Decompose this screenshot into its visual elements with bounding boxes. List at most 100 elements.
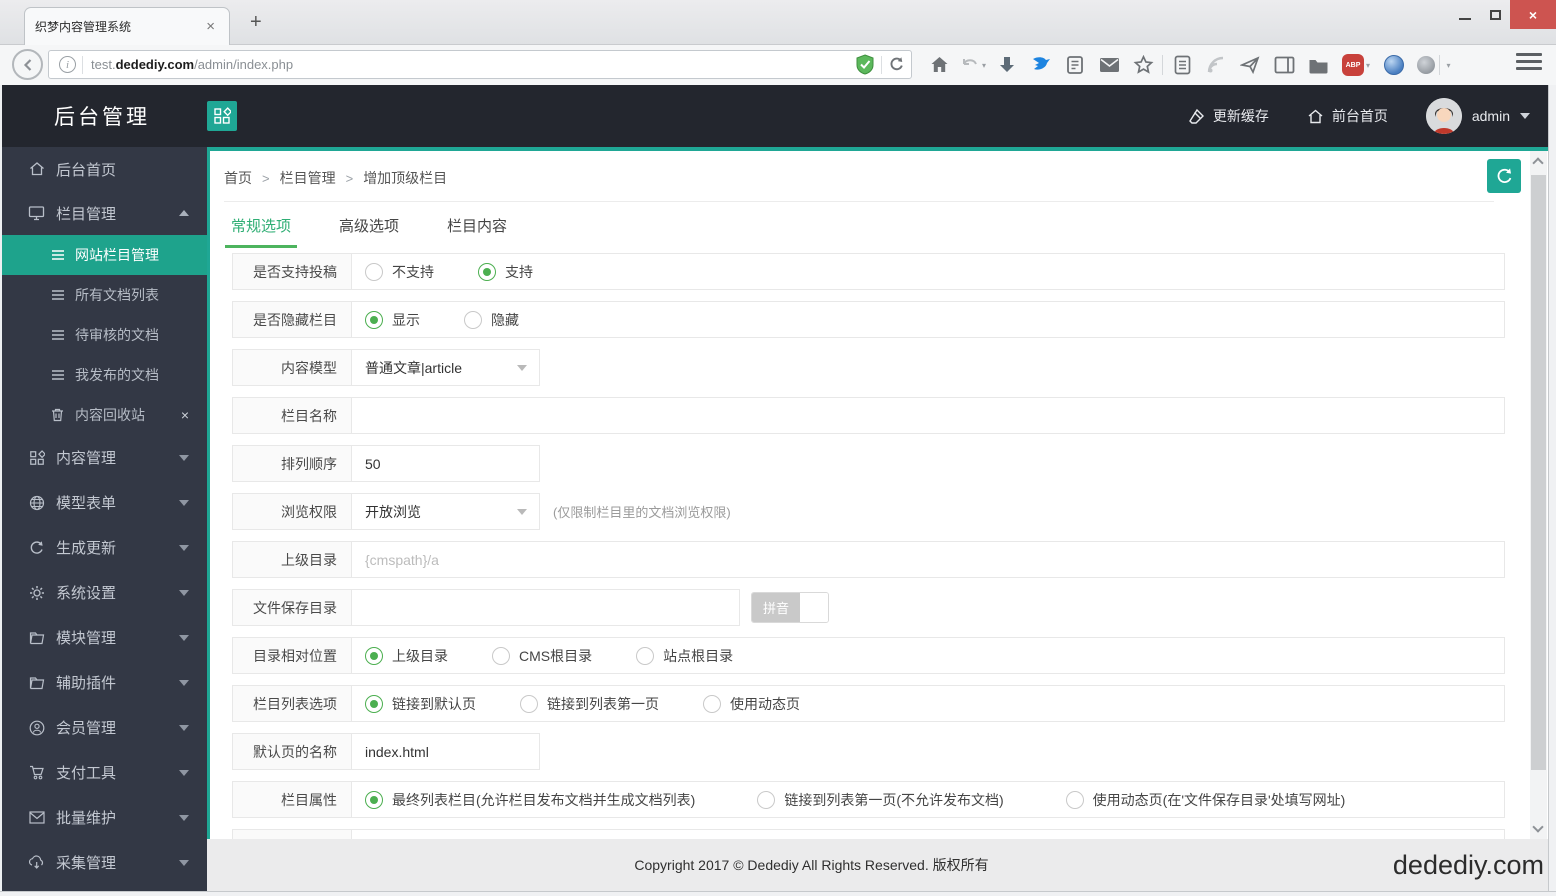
app-title: 后台管理 xyxy=(54,85,150,147)
gear-icon xyxy=(28,584,45,601)
sidebar-item-generate-update[interactable]: 生成更新 xyxy=(0,525,207,570)
scrollbar-thumb[interactable] xyxy=(1531,175,1546,770)
save-dir-input[interactable] xyxy=(365,600,739,616)
sort-order-input[interactable] xyxy=(365,456,539,472)
window-minimize-button[interactable] xyxy=(1450,0,1480,29)
dashboard-grid-button[interactable] xyxy=(207,101,237,131)
chevron-down-icon xyxy=(179,680,189,686)
sidebar-item-system-settings[interactable]: 系统设置 xyxy=(0,570,207,615)
refresh-page-button[interactable] xyxy=(1487,159,1521,193)
browser-tab[interactable]: 织梦内容管理系统 × xyxy=(24,7,230,45)
chevron-down-icon xyxy=(179,725,189,731)
undo-dropdown-icon[interactable]: ▾ xyxy=(982,61,986,70)
scroll-up-icon[interactable] xyxy=(1532,157,1543,168)
plugin-dropdown-icon[interactable]: ▾ xyxy=(1446,61,1450,70)
radio-site-root[interactable]: 站点根目录 xyxy=(636,646,733,666)
bird-addon-icon[interactable] xyxy=(1024,45,1058,85)
column-name-input[interactable] xyxy=(365,408,1504,424)
tab-close-icon[interactable]: × xyxy=(202,17,219,36)
copyright-text: Copyright 2017 © Dedediy All Rights Rese… xyxy=(207,839,1416,891)
radio-show[interactable]: 显示 xyxy=(365,310,420,330)
radio-icon xyxy=(1066,791,1084,809)
sidebar-item-content-manage[interactable]: 内容管理 xyxy=(0,435,207,480)
mail-icon[interactable] xyxy=(1092,45,1126,85)
front-home-button[interactable]: 前台首页 xyxy=(1307,106,1388,126)
globe-addon-icon[interactable] xyxy=(1377,45,1411,85)
content-model-select[interactable]: 普通文章|article xyxy=(352,350,539,385)
folder-library-icon[interactable] xyxy=(1301,45,1335,85)
tab-general-options[interactable]: 常规选项 xyxy=(225,209,297,248)
window-close-button[interactable]: × xyxy=(1510,0,1556,29)
form-row-support-contribute: 是否支持投稿 不支持 支持 xyxy=(232,253,1505,290)
toggle-knob xyxy=(800,593,828,622)
window-maximize-button[interactable] xyxy=(1480,0,1510,29)
radio-attr-dynamic-page[interactable]: 使用动态页(在'文件保存目录'处填写网址) xyxy=(1066,790,1346,810)
chevron-up-icon xyxy=(179,210,189,216)
undo-icon[interactable]: ▾ xyxy=(956,45,990,85)
sidebar-item-collect-manage[interactable]: 采集管理 xyxy=(0,840,207,885)
send-page-icon[interactable] xyxy=(1233,45,1267,85)
download-icon[interactable] xyxy=(990,45,1024,85)
sidebar-subitem-site-columns[interactable]: 网站栏目管理 xyxy=(0,235,207,275)
home-icon[interactable] xyxy=(922,45,956,85)
rss-icon[interactable] xyxy=(1199,45,1233,85)
new-tab-button[interactable]: + xyxy=(242,11,270,34)
pinyin-toggle[interactable]: 拼音 xyxy=(751,592,829,623)
sidebar-item-aux-plugins[interactable]: 辅助插件 xyxy=(0,660,207,705)
security-shield-icon[interactable] xyxy=(855,54,875,76)
back-button[interactable] xyxy=(12,49,43,80)
radio-not-support[interactable]: 不支持 xyxy=(365,262,434,282)
sidebar-item-payment-tools[interactable]: 支付工具 xyxy=(0,750,207,795)
home-icon xyxy=(28,161,45,178)
tab-column-content[interactable]: 栏目内容 xyxy=(441,209,513,248)
scroll-down-icon[interactable] xyxy=(1532,821,1543,832)
form-row-view-permission: 浏览权限 开放浏览 (仅限制栏目里的文档浏览权限) xyxy=(232,493,540,530)
sidebar-subitem-my-documents[interactable]: 我发布的文档 xyxy=(0,355,207,395)
radio-attr-link-first-page[interactable]: 链接到列表第一页(不允许发布文档) xyxy=(757,790,1003,810)
adblock-dropdown-icon[interactable]: ▾ xyxy=(1366,61,1370,70)
user-menu[interactable]: admin xyxy=(1426,98,1530,134)
brand-text: dedediy.com xyxy=(1393,839,1544,891)
sidebar-item-model-forms[interactable]: 模型表单 xyxy=(0,480,207,525)
tab-advanced-options[interactable]: 高级选项 xyxy=(333,209,405,248)
reader-mode-icon[interactable] xyxy=(1058,45,1092,85)
parent-dir-input[interactable] xyxy=(365,552,1504,568)
sidebar-item-column-manage[interactable]: 栏目管理 xyxy=(0,191,207,235)
plugin-addon-icon[interactable]: ▾ xyxy=(1411,45,1457,85)
menu-icon[interactable] xyxy=(1516,53,1542,70)
sidebar-toggle-icon[interactable] xyxy=(1267,45,1301,85)
reload-icon[interactable] xyxy=(888,56,905,73)
toolbar-icons: ▾ ABP▾ ▾ xyxy=(922,45,1457,85)
default-page-name-input[interactable] xyxy=(365,744,539,760)
breadcrumb-column-manage[interactable]: 栏目管理 xyxy=(280,168,336,188)
radio-hide[interactable]: 隐藏 xyxy=(464,310,519,330)
close-icon[interactable]: × xyxy=(181,407,189,423)
radio-dynamic-page[interactable]: 使用动态页 xyxy=(703,694,800,714)
radio-parent-dir[interactable]: 上级目录 xyxy=(365,646,448,666)
adblock-icon[interactable]: ABP▾ xyxy=(1335,45,1377,85)
breadcrumb-home[interactable]: 首页 xyxy=(224,168,252,188)
sidebar-subitem-all-documents[interactable]: 所有文档列表 xyxy=(0,275,207,315)
sidebar-subitem-pending-documents[interactable]: 待审核的文档 xyxy=(0,315,207,355)
sidebar-item-member-manage[interactable]: 会员管理 xyxy=(0,705,207,750)
radio-final-list-column[interactable]: 最终列表栏目(允许栏目发布文档并生成文档列表) xyxy=(365,790,695,810)
bookmark-star-icon[interactable] xyxy=(1126,45,1160,85)
sidebar-item-module-manage[interactable]: 模块管理 xyxy=(0,615,207,660)
page-scrollbar[interactable] xyxy=(1530,151,1547,839)
mail-icon xyxy=(28,809,45,826)
chevron-down-icon xyxy=(179,770,189,776)
bookmarks-list-icon[interactable] xyxy=(1165,45,1199,85)
radio-cms-root[interactable]: CMS根目录 xyxy=(492,646,592,666)
update-cache-button[interactable]: 更新缓存 xyxy=(1188,106,1269,126)
sidebar-item-admin-home[interactable]: 后台首页 xyxy=(0,147,207,191)
sidebar-subitem-recycle-bin[interactable]: 内容回收站 × xyxy=(0,395,207,435)
view-permission-select[interactable]: 开放浏览 xyxy=(352,494,539,529)
home-outline-icon xyxy=(1307,108,1324,125)
url-bar[interactable]: i test.dedediy.com/admin/index.php xyxy=(48,50,912,79)
radio-link-first-page[interactable]: 链接到列表第一页 xyxy=(520,694,659,714)
site-info-icon[interactable]: i xyxy=(59,56,76,73)
sidebar-item-batch-maintain[interactable]: 批量维护 xyxy=(0,795,207,840)
username: admin xyxy=(1472,108,1510,124)
radio-support[interactable]: 支持 xyxy=(478,262,533,282)
radio-link-default-page[interactable]: 链接到默认页 xyxy=(365,694,476,714)
